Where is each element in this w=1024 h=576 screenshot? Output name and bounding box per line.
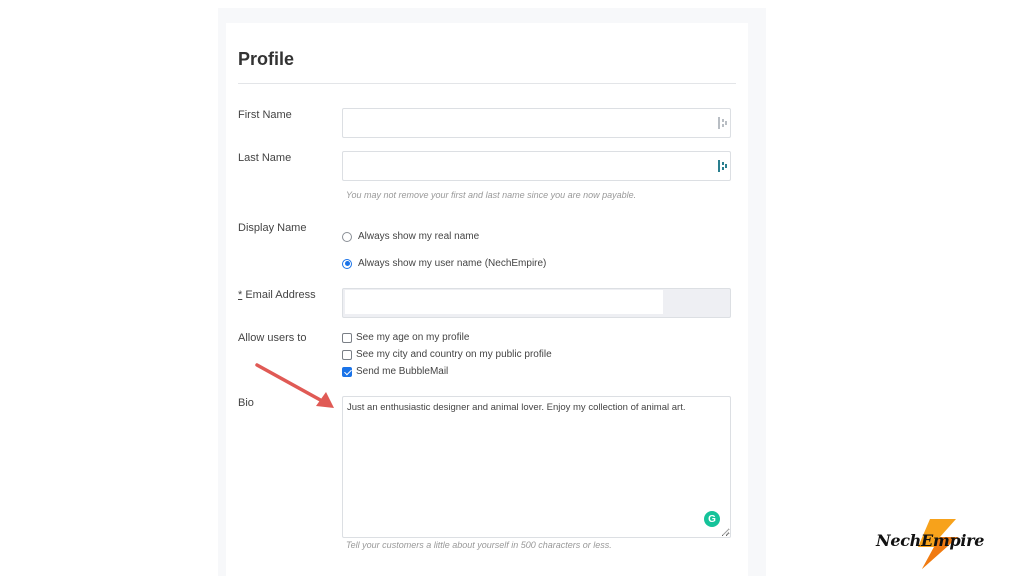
- grammarly-icon[interactable]: G: [704, 511, 720, 527]
- checkbox-label: See my age on my profile: [356, 332, 470, 343]
- allow-option-location[interactable]: See my city and country on my public pro…: [342, 349, 552, 360]
- display-name-option-real[interactable]: Always show my real name: [342, 231, 479, 242]
- password-manager-icon[interactable]: [718, 160, 728, 172]
- resize-handle-icon[interactable]: [722, 528, 729, 535]
- page-title: Profile: [238, 49, 295, 69]
- checkbox-checked[interactable]: [342, 366, 352, 377]
- radio-label: Always show my real name: [358, 231, 480, 242]
- display-name-label: Display Name: [238, 222, 307, 234]
- allow-users-label: Allow users to: [238, 332, 307, 344]
- display-name-option-username[interactable]: Always show my user name (NechEmpire): [342, 258, 546, 269]
- checkbox-label: See my city and country on my public pro…: [356, 349, 552, 360]
- email-input[interactable]: [345, 290, 663, 314]
- checkbox-label: Send me BubbleMail: [356, 366, 449, 377]
- required-marker: *: [238, 289, 243, 301]
- radio-button-selected[interactable]: [342, 258, 352, 269]
- annotation-arrow-icon: [255, 363, 334, 408]
- radio-button[interactable]: [342, 231, 352, 242]
- email-label: * Email Address: [238, 289, 316, 301]
- allow-option-age[interactable]: See my age on my profile: [342, 332, 469, 343]
- first-name-label: First Name: [238, 109, 292, 121]
- allow-option-bubblemail[interactable]: Send me BubbleMail: [342, 366, 448, 377]
- last-name-input[interactable]: [342, 151, 731, 181]
- first-name-input[interactable]: [342, 108, 731, 138]
- checkbox[interactable]: [342, 332, 352, 343]
- last-name-label: Last Name: [238, 152, 292, 164]
- bio-textarea[interactable]: Just an enthusiastic designer and animal…: [342, 396, 731, 538]
- name-hint: You may not remove your first and last n…: [346, 190, 637, 200]
- password-manager-icon[interactable]: [718, 117, 728, 129]
- radio-label: Always show my user name (NechEmpire): [358, 258, 547, 269]
- logo-text: NechEmpire: [876, 531, 985, 550]
- title-divider: [238, 83, 736, 84]
- email-label-text: Email Address: [245, 289, 316, 301]
- checkbox[interactable]: [342, 349, 352, 360]
- bio-hint: Tell your customers a little about yours…: [346, 540, 612, 550]
- bio-label: Bio: [238, 397, 254, 409]
